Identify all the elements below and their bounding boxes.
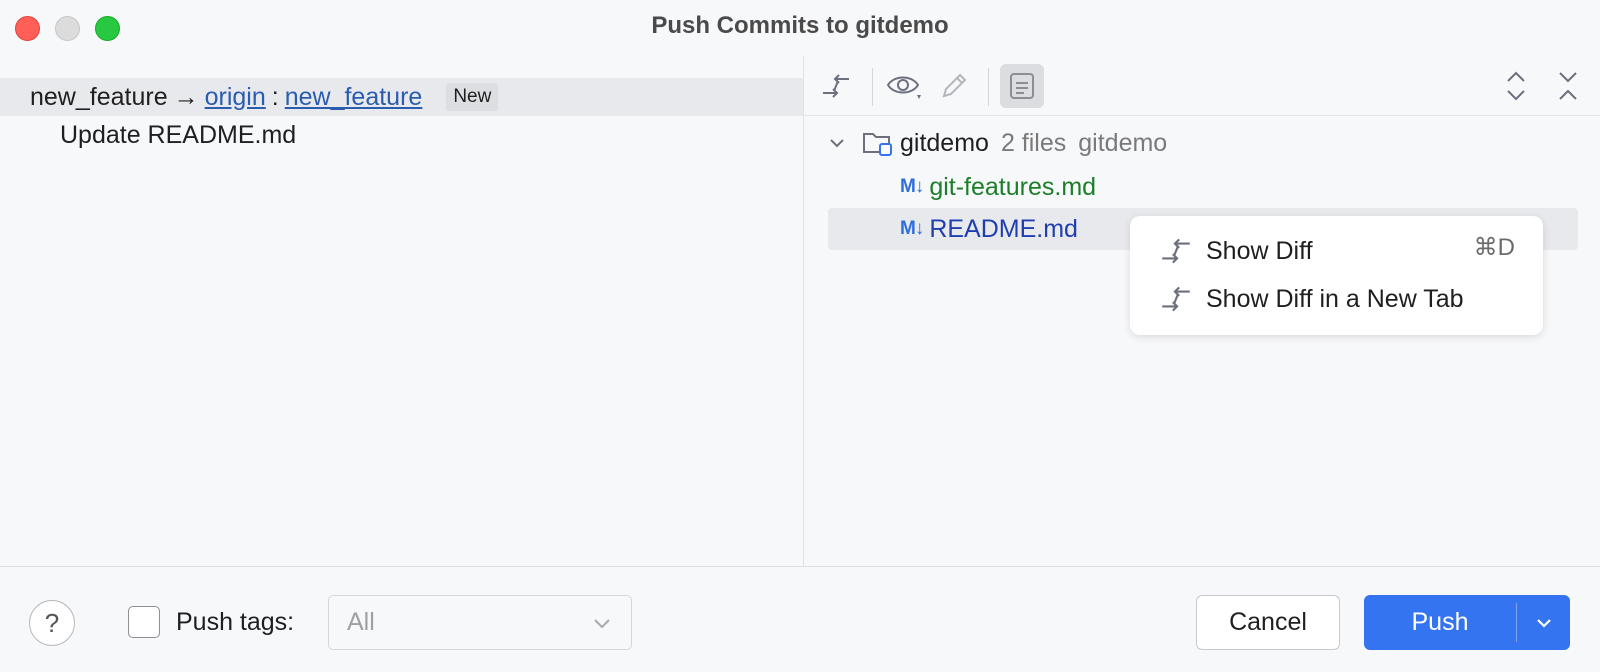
push-tags-label: Push tags: [176,608,295,636]
branch-separator: : [271,82,279,111]
menu-item-label: Show Diff in a New Tab [1206,284,1464,313]
local-branch-name: new_feature [30,82,168,111]
collapse-icon[interactable] [1546,64,1590,108]
window-title: Push Commits to gitdemo [651,12,949,39]
remote-link[interactable]: origin [205,83,266,112]
file-name: git-features.md [929,172,1097,201]
context-menu: Show Diff ⌘D Show Diff in a New Tab [1130,216,1543,335]
push-tags-selected-value: All [347,608,375,636]
show-diff-icon [1162,286,1190,312]
changes-toolbar [804,56,1600,116]
root-path: gitdemo [1078,128,1168,157]
cancel-button[interactable]: Cancel [1196,595,1340,650]
commit-item[interactable]: Update README.md [60,121,296,150]
footer-divider [0,566,1600,567]
push-button-label[interactable]: Push [1364,595,1516,650]
push-options-dropdown[interactable] [1517,595,1570,650]
module-folder-icon [863,133,892,156]
push-tags-checkbox[interactable] [128,606,160,638]
root-file-count: 2 files [1000,128,1067,157]
toolbar-separator [988,68,989,106]
title-bar: Push Commits to gitdemo [0,0,1600,56]
push-button[interactable]: Push [1364,595,1570,650]
chevron-down-icon [594,619,610,629]
markdown-file-icon: M↓ [900,176,924,197]
commits-panel: new_feature → origin : new_feature New U… [0,56,803,566]
show-diff-icon[interactable] [814,64,858,108]
toolbar-separator [872,68,873,106]
file-name: README.md [929,214,1078,243]
menu-item-show-diff-new-tab[interactable]: Show Diff in a New Tab [1158,279,1464,319]
menu-item-label: Show Diff [1206,236,1313,265]
menu-item-show-diff[interactable]: Show Diff [1158,231,1313,271]
panel-divider[interactable] [803,56,804,566]
file-row[interactable]: M↓ git-features.md [900,166,1096,208]
remote-branch-link[interactable]: new_feature [285,83,423,112]
root-name: gitdemo [900,128,989,157]
chevron-down-icon[interactable] [826,132,848,154]
help-button[interactable]: ? [29,600,75,646]
markdown-file-icon: M↓ [900,218,924,239]
edit-icon [932,64,976,108]
chevron-down-icon [1536,618,1551,628]
menu-item-shortcut: ⌘D [1473,234,1515,261]
new-badge: New [446,83,499,111]
branch-arrow: → [173,82,199,111]
show-diff-icon [1162,238,1190,264]
preview-icon[interactable] [1000,64,1044,108]
push-tags-select: All [328,595,632,650]
eye-icon[interactable] [882,64,926,108]
tree-root-row[interactable]: gitdemo 2 files gitdemo [826,122,1167,164]
branch-row[interactable]: new_feature → origin : new_feature New [0,78,803,116]
expand-icon[interactable] [1494,64,1538,108]
